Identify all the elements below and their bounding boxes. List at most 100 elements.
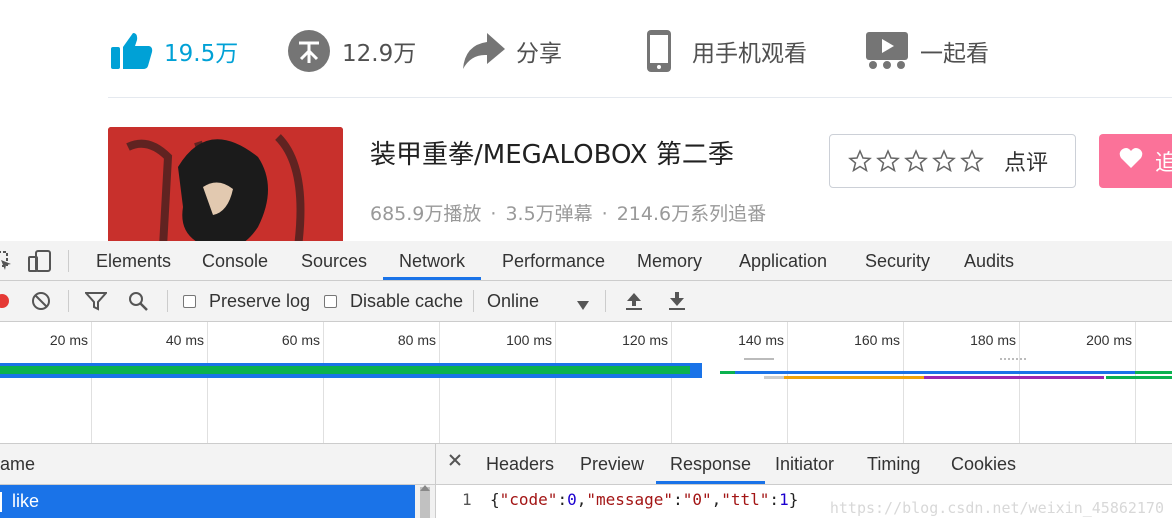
preserve-log-label: Preserve log	[209, 290, 311, 311]
preserve-log-toggle[interactable]: Preserve log	[183, 281, 310, 321]
throttling-value: Online	[487, 290, 540, 311]
watch-together-icon	[864, 28, 910, 74]
tab-elements[interactable]: Elements	[96, 241, 171, 280]
star-icon	[932, 149, 956, 173]
share-label: 分享	[516, 41, 562, 67]
devtools-tabbar: Elements Console Sources Network Perform…	[0, 241, 1172, 281]
tab-cookies[interactable]: Cookies	[951, 444, 1016, 484]
tick-line	[323, 322, 324, 443]
search-button[interactable]	[128, 281, 148, 321]
disable-cache-toggle[interactable]: Disable cache	[324, 281, 463, 321]
thumbs-up-icon	[108, 28, 154, 74]
tab-headers[interactable]: Headers	[486, 444, 554, 484]
like-button[interactable]: 19.5万	[108, 28, 238, 74]
toolbar-separator	[68, 290, 69, 312]
watch-on-phone-label: 用手机观看	[692, 41, 807, 67]
export-har-button[interactable]	[668, 281, 686, 321]
request-bar-gray	[764, 376, 784, 379]
like-count: 19.5万	[164, 41, 239, 67]
marker-dotted	[1000, 358, 1026, 362]
tick-line	[787, 322, 788, 443]
upload-icon	[626, 293, 642, 310]
tick-label: 100 ms	[506, 332, 552, 348]
tab-network[interactable]: Network	[383, 241, 482, 280]
tab-console[interactable]: Console	[202, 241, 268, 280]
toolbar-separator	[167, 290, 168, 312]
filter-icon	[85, 292, 107, 311]
marker-gray	[744, 358, 774, 360]
clear-icon	[32, 292, 50, 310]
close-icon[interactable]	[448, 453, 462, 472]
request-bar-blue-2	[735, 371, 1135, 374]
request-bar-green-3	[1106, 376, 1172, 379]
star-icon	[904, 149, 928, 173]
tick-label: 20 ms	[49, 332, 88, 348]
star-icon	[960, 149, 984, 173]
tick-line	[555, 322, 556, 443]
watch-together-button[interactable]: 一起看	[864, 28, 989, 74]
device-toolbar-icon[interactable]	[28, 250, 52, 277]
disable-cache-checkbox[interactable]	[324, 294, 337, 308]
watch-on-phone-button[interactable]: 用手机观看	[636, 28, 807, 74]
tab-initiator[interactable]: Initiator	[775, 444, 834, 484]
request-detail-tabs: Headers Preview Response Initiator Timin…	[436, 444, 1172, 485]
clear-button[interactable]	[31, 281, 51, 321]
record-button[interactable]	[0, 281, 10, 321]
tab-preview[interactable]: Preview	[580, 444, 644, 484]
share-button[interactable]: 分享	[460, 28, 562, 74]
heart-icon	[1119, 147, 1143, 175]
request-name: like	[12, 491, 40, 511]
request-row-selected[interactable]: like	[0, 485, 415, 518]
rate-button[interactable]: 点评	[829, 134, 1076, 188]
star-icon	[876, 149, 900, 173]
tick-label: 40 ms	[165, 332, 204, 348]
request-list-header[interactable]: ame	[0, 444, 435, 485]
tab-memory[interactable]: Memory	[637, 241, 702, 280]
follow-count: 214.6万系列追番	[616, 203, 767, 225]
tick-label: 60 ms	[281, 332, 320, 348]
tab-timing[interactable]: Timing	[867, 444, 920, 484]
watch-together-label: 一起看	[920, 41, 989, 67]
tick-line	[91, 322, 92, 443]
row-indicator	[0, 492, 2, 512]
response-viewer[interactable]: 1 {"code":0,"message":"0","ttl":1} https…	[436, 485, 1172, 518]
tick-line	[439, 322, 440, 443]
follow-button[interactable]: 追	[1099, 134, 1172, 188]
request-list-scrollbar[interactable]	[415, 485, 435, 518]
tab-application[interactable]: Application	[739, 241, 827, 280]
tick-label: 80 ms	[397, 332, 436, 348]
network-overview-timeline[interactable]: 20 ms 40 ms 60 ms 80 ms 100 ms 120 ms 14…	[0, 322, 1172, 444]
tab-sources[interactable]: Sources	[301, 241, 367, 280]
coin-icon	[286, 28, 332, 74]
devtools-panel: Elements Console Sources Network Perform…	[0, 241, 1172, 518]
tick-label: 180 ms	[970, 332, 1016, 348]
cover-image[interactable]	[108, 127, 343, 241]
record-icon	[0, 294, 9, 308]
scroll-up-icon[interactable]	[420, 485, 430, 491]
tab-response[interactable]: Response	[656, 444, 766, 484]
scrollbar-thumb[interactable]	[420, 487, 430, 518]
star-icon	[848, 149, 872, 173]
tab-audits[interactable]: Audits	[964, 241, 1014, 280]
toolbar-separator	[473, 290, 474, 312]
tick-line	[903, 322, 904, 443]
toolbar-separator	[605, 290, 606, 312]
anime-stats: 685.9万播放 · 3.5万弹幕 · 214.6万系列追番	[370, 199, 766, 226]
divider	[108, 97, 1172, 98]
filter-button[interactable]	[85, 281, 107, 321]
coin-button[interactable]: 12.9万	[286, 28, 416, 74]
watermark: https://blog.csdn.net/weixin_45862170	[829, 499, 1164, 517]
preserve-log-checkbox[interactable]	[183, 294, 196, 308]
throttling-select[interactable]: Online	[487, 281, 595, 321]
tick-label: 200 ms	[1086, 332, 1132, 348]
rate-label: 点评	[1004, 151, 1049, 176]
network-toolbar: Preserve log Disable cache Online	[0, 281, 1172, 322]
tab-performance[interactable]: Performance	[502, 241, 605, 280]
phone-icon	[636, 28, 682, 74]
inspect-element-icon[interactable]	[0, 251, 12, 276]
import-har-button[interactable]	[625, 281, 643, 321]
request-bar-green	[0, 366, 690, 374]
request-bar-purple	[924, 376, 1104, 379]
tab-security[interactable]: Security	[865, 241, 930, 280]
share-arrow-icon	[460, 28, 506, 74]
